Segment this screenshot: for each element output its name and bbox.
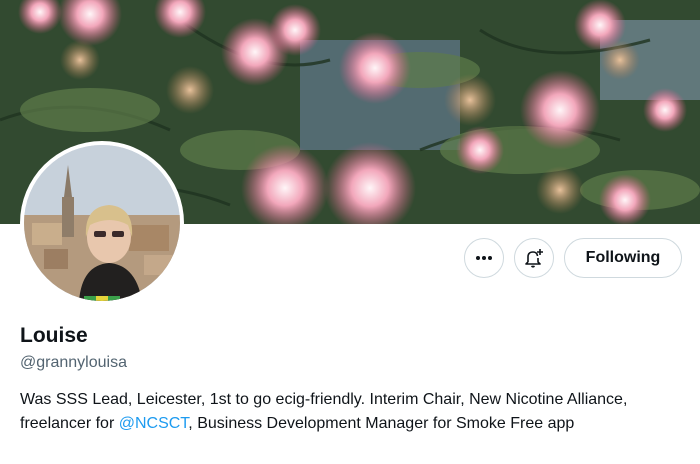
bell-plus-icon (525, 249, 543, 268)
following-button[interactable]: Following (564, 238, 682, 278)
avatar-frame[interactable] (20, 141, 184, 305)
avatar-image (24, 145, 180, 301)
profile-bio: Was SSS Lead, Leicester, 1st to go ecig-… (20, 388, 680, 436)
bio-text-end: , Business Development Manager for Smoke… (188, 415, 575, 432)
avatar[interactable] (24, 145, 180, 301)
bio-mention-link[interactable]: @NCSCT (119, 415, 189, 432)
more-button[interactable] (464, 238, 504, 278)
following-label: Following (585, 249, 661, 266)
more-horizontal-icon (476, 256, 492, 260)
username-handle: @grannylouisa (20, 354, 127, 371)
display-name: Louise (20, 324, 88, 347)
profile-actions: Following (464, 238, 682, 280)
notifications-button[interactable] (514, 238, 554, 278)
